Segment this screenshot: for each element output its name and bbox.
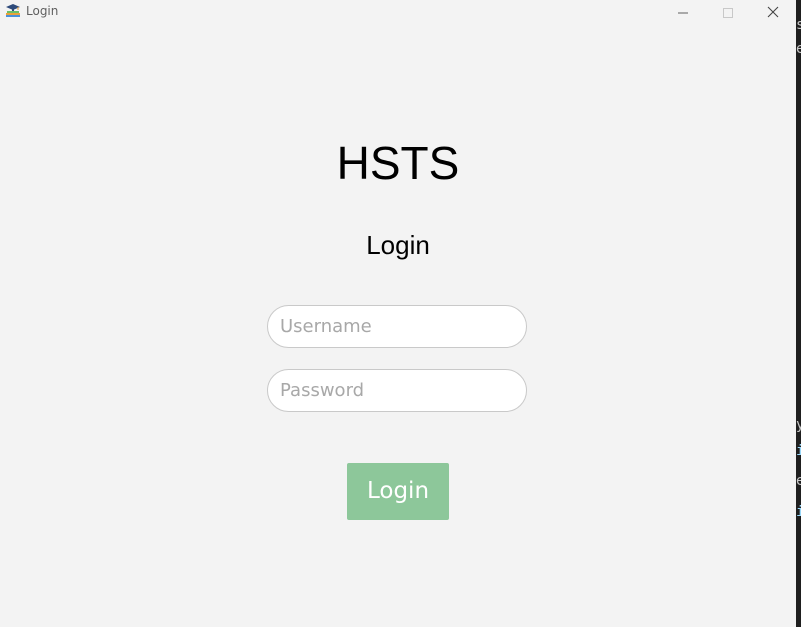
- password-input[interactable]: [267, 369, 527, 412]
- page-heading: Login: [366, 230, 430, 260]
- close-icon: [767, 3, 779, 22]
- maximize-button[interactable]: [706, 0, 750, 24]
- close-button[interactable]: [751, 0, 795, 24]
- minimize-icon: [678, 3, 688, 22]
- background-text-fragment: i: [796, 504, 801, 520]
- window-title: Login: [26, 4, 59, 18]
- background-text-fragment: e: [796, 473, 801, 489]
- title-bar[interactable]: Login: [0, 0, 796, 24]
- background-text-fragment: e: [796, 41, 801, 57]
- login-button[interactable]: Login: [347, 463, 449, 520]
- background-text-fragment: y: [796, 417, 801, 433]
- background-text-fragment: i: [796, 443, 801, 459]
- login-window: Login HSTS Login Login: [0, 0, 796, 627]
- minimize-button[interactable]: [661, 0, 705, 24]
- app-title: HSTS: [336, 137, 460, 189]
- background-text-fragment: s: [796, 17, 801, 33]
- graduation-cap-books-icon: [5, 3, 21, 19]
- username-input[interactable]: [267, 305, 527, 348]
- maximize-icon: [723, 3, 733, 22]
- background-window-edge: s e y i e i: [796, 0, 801, 627]
